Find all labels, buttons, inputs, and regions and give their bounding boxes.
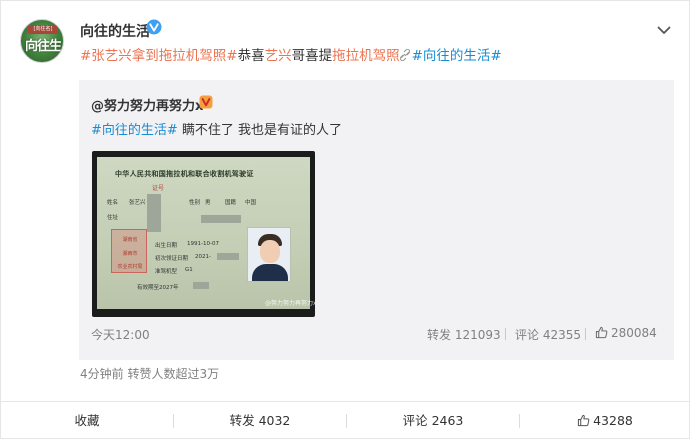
- repost-topic-link[interactable]: #向往的生活#: [91, 123, 178, 138]
- action-bar: 收藏 转发 4032 评论 2463 43288: [1, 401, 690, 439]
- redacted-area: [147, 194, 161, 232]
- stamp-text-bottom: 农业农村局: [117, 264, 143, 270]
- license-photo[interactable]: 中华人民共和国拖拉机和联合收割机驾驶证 证号 姓名 张艺兴 性别 男 国籍 中国…: [92, 151, 315, 317]
- repost-like-button[interactable]: 280084: [595, 326, 657, 340]
- license-issue-value: 2021-: [195, 254, 211, 260]
- weibo-post-card: [向往名] 向往生活 向往的生活 #张艺兴拿到拖拉机驾照#恭喜艺兴哥喜提拖拉机驾…: [0, 0, 690, 439]
- post-mention-link[interactable]: 艺兴: [265, 48, 292, 64]
- official-stamp: 湖南省 湘西市 农业农村局: [111, 229, 147, 273]
- license-issue-label: 初次领证日期: [155, 256, 189, 262]
- post-hashtag-link[interactable]: #张艺兴拿到拖拉机驾照#: [80, 48, 238, 64]
- license-card-title: 中华人民共和国拖拉机和联合收割机驾驶证: [115, 170, 254, 178]
- verified-icon: [146, 19, 162, 35]
- license-name-label: 姓名: [107, 200, 119, 206]
- image-watermark: @努力努力再努力x: [265, 300, 315, 307]
- license-sex-value: 男: [205, 200, 211, 206]
- avatar-logo-text: 向往生活: [25, 39, 62, 54]
- license-name-value: 张艺兴: [129, 200, 146, 206]
- chevron-down-icon[interactable]: [655, 21, 673, 39]
- link-icon: [399, 49, 410, 61]
- vip-badge-icon: [199, 95, 213, 109]
- repost-text-body: 瞒不住了 我也是有证的人了: [177, 123, 343, 138]
- forward-button[interactable]: 转发 4032: [174, 402, 346, 439]
- thumb-up-icon: [577, 414, 590, 427]
- author-name[interactable]: 向往的生活: [80, 21, 150, 41]
- post-text-segment: 恭喜: [237, 48, 265, 64]
- action-divider: [585, 328, 586, 340]
- license-birth-label: 出生日期: [155, 243, 178, 249]
- stamp-text-top: 湖南省: [122, 237, 138, 243]
- post-meta: 4分钟前 转赞人数超过3万: [80, 367, 220, 381]
- post-text: #张艺兴拿到拖拉机驾照#恭喜艺兴哥喜提拖拉机驾照 #向往的生活#: [80, 46, 502, 66]
- thumb-up-icon: [595, 326, 608, 339]
- license-class-label: 准驾机型: [155, 269, 178, 275]
- license-nation-label: 国籍: [225, 200, 237, 206]
- redacted-area: [201, 215, 241, 223]
- repost-user-name[interactable]: @努力努力再努力x: [91, 95, 203, 114]
- repost-box: @努力努力再努力x #向往的生活# 瞒不住了 我也是有证的人了 中华人民共和国拖…: [79, 80, 674, 360]
- post-topic-link[interactable]: #向往的生活#: [412, 48, 502, 64]
- license-card-subtitle: 证号: [152, 185, 165, 192]
- stamp-text-middle: 湘西市: [122, 251, 138, 257]
- post-text-segment: 哥喜提: [291, 48, 333, 64]
- license-card: 中华人民共和国拖拉机和联合收割机驾驶证 证号 姓名 张艺兴 性别 男 国籍 中国…: [97, 157, 310, 309]
- avatar-badge-text: [向往名]: [28, 25, 58, 34]
- like-button[interactable]: 43288: [520, 402, 690, 439]
- action-divider: [505, 328, 506, 340]
- repost-forward-button[interactable]: 转发 121093: [427, 326, 501, 343]
- comment-button[interactable]: 评论 2463: [347, 402, 519, 439]
- license-class-value: G1: [185, 267, 193, 273]
- repost-time[interactable]: 今天12:00: [91, 326, 150, 343]
- redacted-area: [217, 253, 239, 260]
- redacted-area: [193, 282, 209, 289]
- repost-comment-button[interactable]: 评论 42355: [515, 326, 581, 343]
- repost-like-count: 280084: [611, 326, 657, 340]
- like-count: 43288: [593, 413, 633, 428]
- license-valid-value: 有效期至2027年: [137, 285, 179, 291]
- license-sex-label: 性别: [189, 200, 201, 206]
- license-birth-value: 1991-10-07: [187, 241, 219, 247]
- post-keyword-link[interactable]: 拖拉机驾照: [332, 48, 400, 64]
- author-avatar[interactable]: [向往名] 向往生活: [20, 19, 64, 63]
- favorite-button[interactable]: 收藏: [1, 402, 173, 439]
- repost-text: #向往的生活# 瞒不住了 我也是有证的人了: [91, 122, 342, 140]
- license-address-label: 住址: [107, 215, 119, 221]
- license-nation-value: 中国: [245, 200, 257, 206]
- license-portrait: [247, 227, 291, 282]
